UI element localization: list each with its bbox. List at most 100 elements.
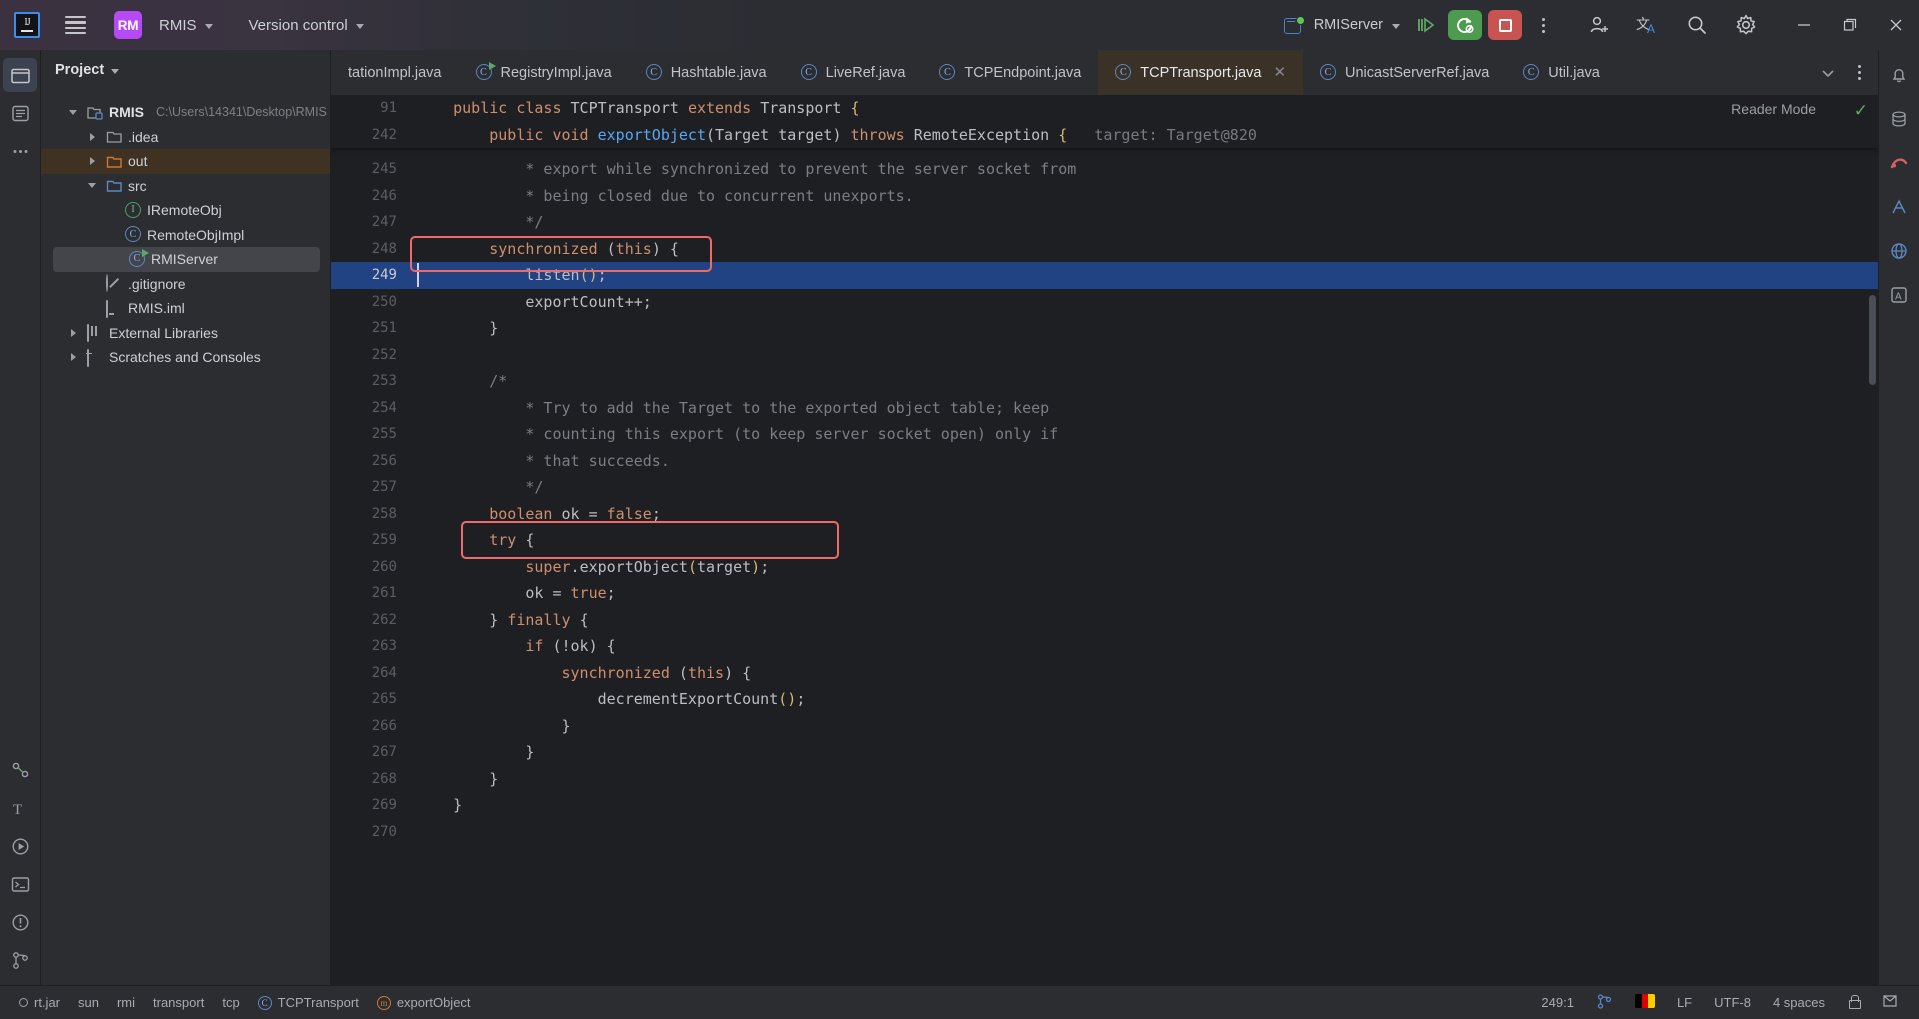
code-line-258[interactable]: 258 boolean ok = false;	[331, 501, 1878, 528]
breadcrumb-exportobject[interactable]: m exportObject	[368, 995, 480, 1010]
more-options-button[interactable]	[1532, 10, 1554, 40]
code-line-256[interactable]: 256 * that succeeds.	[331, 448, 1878, 475]
tree-item-rmis-iml[interactable]: RMIS.iml	[41, 296, 330, 321]
code-line-251[interactable]: 251 }	[331, 315, 1878, 342]
add-user-button[interactable]	[1582, 8, 1616, 42]
endpoints-button[interactable]	[1882, 234, 1916, 268]
editor-tab-tationimpl-java[interactable]: tationImpl.java	[331, 50, 459, 95]
caret-position[interactable]: 249:1	[1530, 995, 1585, 1010]
editor-tab-tcpendpoint-java[interactable]: C TCPEndpoint.java	[922, 50, 1098, 95]
sidebar-item-git[interactable]	[3, 943, 37, 977]
code-line-269[interactable]: 269 }	[331, 792, 1878, 819]
breadcrumb-tcp[interactable]: tcp	[213, 995, 248, 1010]
code-line-248[interactable]: 248 synchronized (this) {	[331, 236, 1878, 263]
editor-tab-util-java[interactable]: C Util.java	[1506, 50, 1617, 95]
git-branch-icon[interactable]	[1585, 993, 1624, 1013]
tree-toggle[interactable]	[83, 183, 101, 189]
maven-button[interactable]	[1882, 190, 1916, 224]
tree-item-out[interactable]: out	[41, 149, 330, 174]
tree-item-rmis[interactable]: RMIS C:\Users\14341\Desktop\RMIS	[41, 100, 330, 125]
code-line-250[interactable]: 250 exportCount++;	[331, 289, 1878, 316]
sidebar-item-structure[interactable]	[3, 753, 37, 787]
no-problems-check-icon[interactable]: ✓	[1854, 101, 1868, 121]
code-editor[interactable]: 91 public class TCPTransport extends Tra…	[331, 95, 1878, 985]
code-line-268[interactable]: 268 }	[331, 766, 1878, 793]
code-line-259[interactable]: 259 try {	[331, 527, 1878, 554]
version-control-dropdown[interactable]: Version control	[240, 12, 373, 39]
code-line-252[interactable]: 252	[331, 342, 1878, 369]
tree-item--idea[interactable]: .idea	[41, 125, 330, 150]
notifications-button[interactable]	[1882, 58, 1916, 92]
project-tree[interactable]: RMIS C:\Users\14341\Desktop\RMIS .idea out s…	[41, 90, 330, 370]
project-name-dropdown[interactable]: RMIS	[150, 12, 222, 39]
read-only-lock-icon[interactable]	[1836, 994, 1871, 1012]
editor-tab-unicastserverref-java[interactable]: C UnicastServerRef.java	[1303, 50, 1506, 95]
tab-list-dropdown-button[interactable]	[1811, 56, 1845, 90]
code-line-270[interactable]: 270	[331, 819, 1878, 846]
sidebar-item-terminal[interactable]	[3, 867, 37, 901]
translation-panel-button[interactable]: A	[1882, 278, 1916, 312]
intellij-idea-logo-icon[interactable]: IJ	[14, 12, 40, 38]
breadcrumb-rmi[interactable]: rmi	[108, 995, 144, 1010]
editor-tab-registryimpl-java[interactable]: C RegistryImpl.java	[459, 50, 629, 95]
code-line-263[interactable]: 263 if (!ok) {	[331, 633, 1878, 660]
code-line-249[interactable]: 249 listen();	[331, 262, 1878, 289]
breadcrumb-rt-jar[interactable]: rt.jar	[10, 995, 69, 1010]
editor-tab-bar[interactable]: tationImpl.java C RegistryImpl.java C Hashta…	[331, 50, 1878, 95]
code-line-266[interactable]: 266 }	[331, 713, 1878, 740]
sidebar-item-problems[interactable]	[3, 905, 37, 939]
tree-item-remoteobjimpl[interactable]: C RemoteObjImpl	[41, 223, 330, 248]
sidebar-item-commit[interactable]	[3, 96, 37, 130]
settings-button[interactable]	[1729, 8, 1763, 42]
file-encoding[interactable]: UTF-8	[1703, 995, 1762, 1010]
sidebar-item-project[interactable]	[3, 58, 37, 92]
tree-toggle[interactable]	[64, 109, 82, 115]
code-line-247[interactable]: 247 */	[331, 209, 1878, 236]
editor-scrollbar-thumb[interactable]	[1869, 295, 1876, 385]
hamburger-menu-icon[interactable]	[58, 8, 92, 42]
code-line-253[interactable]: 253 /*	[331, 368, 1878, 395]
code-content[interactable]: 245 * export while synchronized to preve…	[331, 95, 1878, 985]
code-line-260[interactable]: 260 super.exportObject(target);	[331, 554, 1878, 581]
run-configuration-selector[interactable]: RMIServer	[1276, 12, 1408, 39]
tree-item--gitignore[interactable]: .gitignore	[41, 272, 330, 297]
code-line-267[interactable]: 267 }	[331, 739, 1878, 766]
code-line-246[interactable]: 246 * being closed due to concurrent une…	[331, 183, 1878, 210]
code-line-262[interactable]: 262 } finally {	[331, 607, 1878, 634]
breadcrumb-sun[interactable]: sun	[69, 995, 108, 1010]
breadcrumb-transport[interactable]: transport	[144, 995, 213, 1010]
tree-toggle[interactable]	[83, 157, 101, 166]
code-line-255[interactable]: 255 * counting this export (to keep serv…	[331, 421, 1878, 448]
rerun-button[interactable]	[1448, 10, 1482, 40]
reader-mode-label[interactable]: Reader Mode	[1731, 101, 1816, 117]
tree-item-external-libraries[interactable]: External Libraries	[41, 321, 330, 346]
sidebar-item-more[interactable]	[3, 134, 37, 168]
editor-tab-tcptransport-java[interactable]: C TCPTransport.java ✕	[1098, 50, 1304, 95]
bigdata-button[interactable]	[1882, 146, 1916, 180]
memory-indicator[interactable]	[1871, 993, 1909, 1012]
sidebar-item-bookmarks[interactable]: T	[3, 791, 37, 825]
tab-more-options-button[interactable]	[1848, 58, 1870, 88]
sidebar-item-run[interactable]	[3, 829, 37, 863]
line-separator[interactable]: LF	[1666, 995, 1703, 1010]
language-flag-icon[interactable]	[1624, 994, 1666, 1011]
tree-toggle[interactable]	[64, 353, 82, 362]
editor-tab-liveref-java[interactable]: C LiveRef.java	[784, 50, 923, 95]
tree-item-src[interactable]: src	[41, 174, 330, 199]
code-line-257[interactable]: 257 */	[331, 474, 1878, 501]
tree-toggle[interactable]	[64, 328, 82, 337]
breadcrumb[interactable]: rt.jar sun rmi transport tcp C TCPTransport m ex…	[10, 995, 480, 1010]
debug-button[interactable]	[1409, 8, 1443, 42]
code-line-265[interactable]: 265 decrementExportCount();	[331, 686, 1878, 713]
tab-close-icon[interactable]: ✕	[1273, 65, 1286, 80]
project-panel-header[interactable]: Project	[41, 50, 330, 90]
tree-item-iremoteobj[interactable]: I IRemoteObj	[41, 198, 330, 223]
code-line-245[interactable]: 245 * export while synchronized to preve…	[331, 156, 1878, 183]
translate-button[interactable]: 文A	[1631, 8, 1665, 42]
editor-tab-hashtable-java[interactable]: C Hashtable.java	[629, 50, 784, 95]
database-button[interactable]	[1882, 102, 1916, 136]
minimize-button[interactable]	[1781, 0, 1827, 50]
tree-item-rmiserver[interactable]: C RMIServer	[53, 247, 320, 272]
code-line-254[interactable]: 254 * Try to add the Target to the expor…	[331, 395, 1878, 422]
restore-button[interactable]	[1827, 0, 1873, 50]
